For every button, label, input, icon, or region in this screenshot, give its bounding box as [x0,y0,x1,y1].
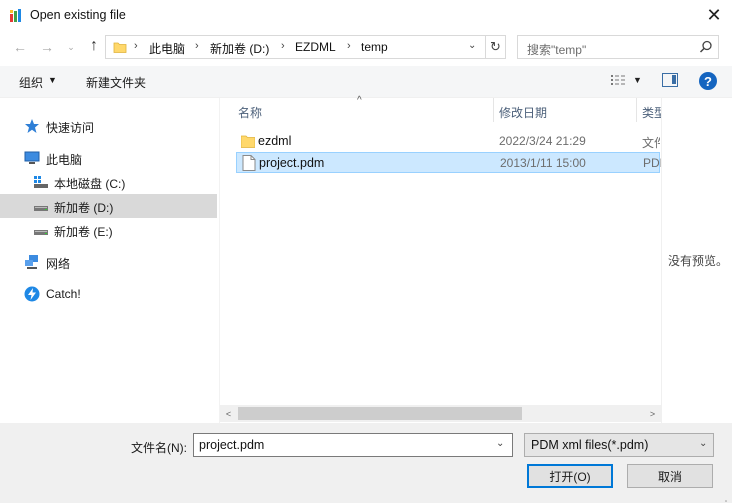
nav-item-label: 此电脑 [46,153,83,167]
breadcrumb-separator: › [134,40,138,52]
arrow-right-icon: → [40,39,54,55]
column-header-name[interactable]: 名称 [238,104,262,121]
nav-item-label: 新加卷 (D:) [54,201,114,215]
no-preview-text: 没有预览。 [668,254,729,268]
lightning-icon [24,286,40,302]
filename-label: 文件名(N): [131,441,187,455]
nav-item-network[interactable]: 网络 [0,250,217,274]
horizontal-scrollbar[interactable]: < > [220,405,661,422]
column-header-date[interactable]: 修改日期 [499,104,547,121]
refresh-button[interactable]: ↻ [485,36,505,58]
search-input[interactable]: 搜索"temp" [517,35,719,59]
search-placeholder: 搜索"temp" [527,43,587,57]
column-header-type[interactable]: 类型 [642,104,661,121]
scroll-left-icon[interactable]: < [220,405,237,422]
breadcrumb-ezdml[interactable]: EZDML [295,40,336,54]
nav-item-drive-d[interactable]: 新加卷 (D:) [0,194,217,218]
folder-icon [113,40,127,54]
cancel-button[interactable]: 取消 [627,464,713,488]
star-icon [24,118,40,134]
filename-input[interactable]: project.pdm ⌄ [193,433,513,457]
preview-pane-icon[interactable] [662,73,678,87]
nav-item-label: 网络 [46,257,71,271]
caret-down-icon[interactable]: ▼ [48,75,57,85]
preview-pane: 没有预览。 [661,98,732,423]
file-icon [242,155,256,171]
nav-item-quick-access[interactable]: 快速访问 [0,114,217,138]
arrow-up-icon: ↑ [90,37,98,54]
open-button[interactable]: 打开(O) [527,464,613,488]
scrollbar-thumb[interactable] [238,407,522,420]
windows-drive-icon [33,174,49,190]
chevron-down-icon[interactable]: ⌄ [496,438,504,449]
file-row-ezdml[interactable]: ezdml 2022/3/24 21:29 文件夹 [236,131,660,152]
nav-item-label: 本地磁盘 (C:) [54,177,126,191]
file-name: ezdml [258,134,292,148]
nav-item-catch[interactable]: Catch! [0,282,217,306]
scroll-right-icon[interactable]: > [644,405,661,422]
breadcrumb-separator: › [195,40,199,52]
app-icon [9,8,24,23]
new-folder-button[interactable]: 新建文件夹 [86,74,146,91]
file-date: 2013/1/11 15:00 [500,156,586,170]
chevron-down-icon: ⌄ [699,438,708,449]
nav-item-label: 新加卷 (E:) [54,225,113,239]
nav-item-label: 快速访问 [46,121,95,135]
nav-item-label: Catch! [46,287,81,301]
filename-value: project.pdm [199,438,265,452]
drive-icon [33,222,49,238]
refresh-icon: ↻ [490,39,501,54]
close-icon: ✕ [706,5,722,25]
title-bar: Open existing file ✕ [0,0,732,31]
navigation-pane: 快速访问 此电脑 本地磁盘 (C:) 新加卷 (D:) 新加卷 (E:) 网络 [0,98,219,423]
help-glyph: ? [704,73,712,89]
folder-icon [240,133,256,149]
search-icon [698,39,714,55]
help-icon[interactable]: ? [699,72,717,90]
file-date: 2022/3/24 21:29 [499,134,586,148]
dialog-footer: 文件名(N): project.pdm ⌄ PDM xml files(*.pd… [0,423,732,503]
recent-locations-button[interactable]: ⌄ [62,38,80,56]
close-button[interactable]: ✕ [696,0,732,31]
back-button[interactable]: ← [11,38,29,56]
chevron-down-icon: ⌄ [67,41,75,52]
breadcrumb-separator: › [347,40,351,52]
file-name: project.pdm [259,156,325,170]
file-type: PDM [643,156,661,170]
nav-item-drive-c[interactable]: 本地磁盘 (C:) [0,170,217,194]
file-type: 文件夹 [642,136,660,150]
chevron-down-icon[interactable]: ⌄ [468,40,482,54]
address-bar[interactable]: › 此电脑 › 新加卷 (D:) › EZDML › temp ⌄ ↻ [105,35,506,59]
file-row-project-pdm[interactable]: project.pdm 2013/1/11 15:00 PDM [236,152,661,173]
filetype-value: PDM xml files(*.pdm) [531,438,649,452]
drive-icon [33,198,49,214]
nav-item-drive-e[interactable]: 新加卷 (E:) [0,218,217,242]
up-button[interactable]: ↑ [85,37,103,55]
breadcrumb-this-pc[interactable]: 此电脑 [149,40,185,57]
toolbar: 组织 ▼ 新建文件夹 ▼ ? [0,66,732,98]
caret-down-icon[interactable]: ▼ [633,75,642,85]
window-title: Open existing file [30,8,126,22]
organize-button[interactable]: 组织 [19,74,43,91]
resize-grip-icon[interactable] [718,495,728,502]
breadcrumb-drive-d[interactable]: 新加卷 (D:) [210,40,269,57]
breadcrumb-temp[interactable]: temp [361,40,388,54]
nav-item-this-pc[interactable]: 此电脑 [0,146,217,170]
arrow-left-icon: ← [13,39,27,55]
column-divider[interactable] [493,98,494,122]
scroll-left-glyph: < [225,408,232,419]
network-icon [24,254,40,270]
breadcrumb-separator: › [281,40,285,52]
view-details-icon[interactable] [610,74,628,88]
scroll-right-glyph: > [649,408,656,419]
filetype-select[interactable]: PDM xml files(*.pdm) ⌄ [524,433,714,457]
column-divider[interactable] [636,98,637,122]
forward-button[interactable]: → [38,38,56,56]
computer-icon [24,150,40,166]
sort-ascending-icon: ^ [357,95,362,106]
file-list: ^ 名称 修改日期 类型 ezdml 2022/3/24 21:29 文件夹 p… [220,95,661,423]
